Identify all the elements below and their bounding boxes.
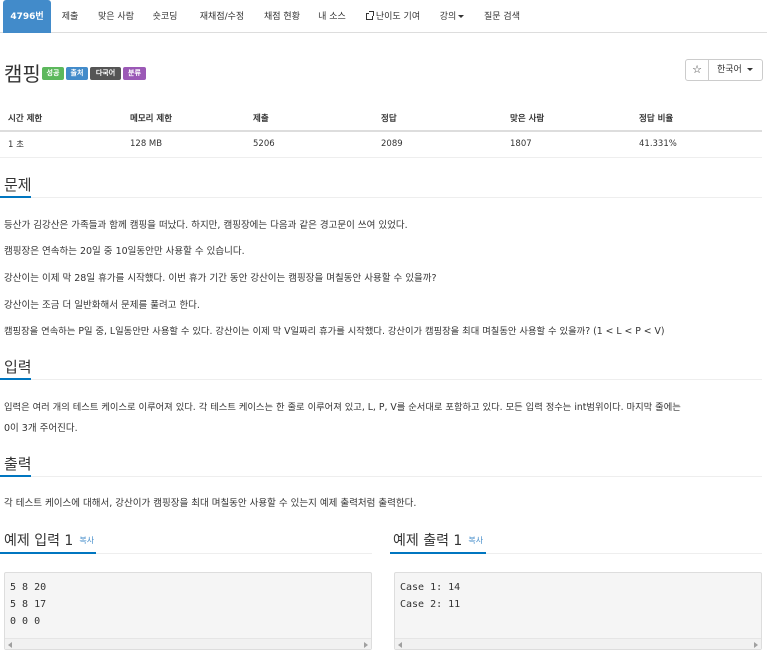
sample-output-title: 예제 출력 1 복사 [393, 530, 483, 550]
cell-time-limit: 1 초 [0, 131, 122, 158]
description-paragraph: 캠핑장을 연속하는 P일 중, L일동안만 사용할 수 있다. 강산이는 이제 … [4, 326, 665, 337]
sample-input-line: 0 0 0 [10, 616, 41, 627]
scroll-left-icon[interactable] [8, 642, 12, 648]
header-time-limit: 시간 제한 [0, 105, 122, 132]
sample-output-line: Case 2: 11 [400, 599, 461, 610]
section-underline [0, 552, 96, 554]
header-solvers: 맞은 사람 [502, 105, 631, 132]
sample-output-label: 예제 출력 1 [393, 533, 463, 549]
caret-down-icon [458, 15, 465, 18]
cell-solvers: 1807 [502, 131, 631, 158]
sample-input-title: 예제 입력 1 복사 [4, 530, 94, 550]
tab-my-source[interactable]: 내 소스 [314, 0, 350, 33]
label-source[interactable]: 출처 [66, 67, 88, 80]
header-ratio: 정답 비율 [631, 105, 762, 132]
description-paragraph: 등산가 김강산은 가족들과 함께 캠핑을 떠났다. 하지만, 캠핑장에는 다음과… [4, 220, 408, 231]
sample-input-line: 5 8 20 [10, 582, 47, 593]
problem-info-table: 시간 제한 메모리 제한 제출 정답 맞은 사람 정답 비율 1 초 128 M… [0, 105, 762, 158]
section-title-description: 문제 [4, 176, 32, 194]
external-link-icon [365, 11, 374, 20]
language-dropdown[interactable]: 한국어 [708, 59, 763, 81]
section-title-input: 입력 [4, 358, 32, 376]
description-paragraph: 캠핑장은 연속하는 20일 중 10일동안만 사용할 수 있습니다. [4, 246, 245, 257]
tab-rejudge[interactable]: 재채점/수정 [193, 0, 251, 33]
header-submissions: 제출 [245, 105, 373, 132]
divider [0, 197, 762, 198]
scroll-right-icon[interactable] [364, 642, 368, 648]
section-underline [390, 552, 486, 554]
tab-shortest[interactable]: 숏코딩 [146, 0, 184, 33]
tab-submit[interactable]: 제출 [55, 0, 85, 33]
scroll-right-icon[interactable] [754, 642, 758, 648]
sample-input-box[interactable]: 5 8 20 5 8 17 0 0 0 [4, 572, 372, 650]
horizontal-scrollbar[interactable] [5, 638, 371, 649]
label-multilang[interactable]: 다국어 [90, 67, 121, 80]
problem-title: 캠핑 [4, 62, 41, 86]
star-button[interactable]: ☆ [685, 59, 709, 81]
tab-solvers[interactable]: 맞은 사람 [92, 0, 140, 33]
label-success[interactable]: 성공 [42, 67, 64, 80]
label-category[interactable]: 분류 [123, 67, 146, 80]
section-underline [0, 378, 31, 380]
table-row: 1 초 128 MB 5206 2089 1807 41.331% [0, 131, 762, 158]
sample-output-box[interactable]: Case 1: 14 Case 2: 11 [394, 572, 762, 650]
table-header-row: 시간 제한 메모리 제한 제출 정답 맞은 사람 정답 비율 [0, 105, 762, 132]
divider [0, 476, 762, 477]
section-title-output: 출력 [4, 455, 32, 473]
input-description: 0이 3개 주어진다. [4, 423, 78, 434]
description-paragraph: 강산이는 조금 더 일반화해서 문제를 풀려고 한다. [4, 300, 200, 311]
tab-lecture[interactable]: 강의 [436, 0, 468, 33]
cell-submissions: 5206 [245, 131, 373, 158]
sample-input-line: 5 8 17 [10, 599, 47, 610]
horizontal-scrollbar[interactable] [395, 638, 761, 649]
caret-down-icon [746, 68, 753, 71]
language-label: 한국어 [717, 65, 742, 75]
tab-status[interactable]: 채점 현황 [259, 0, 305, 33]
tab-problem[interactable]: 4796번 [3, 0, 51, 33]
tab-lecture-label: 강의 [439, 12, 457, 22]
divider [0, 379, 762, 380]
cell-memory-limit: 128 MB [122, 131, 245, 158]
scroll-left-icon[interactable] [398, 642, 402, 648]
tab-difficulty[interactable]: 난이도 기여 [362, 0, 424, 33]
copy-button[interactable]: 복사 [468, 536, 483, 545]
description-paragraph: 강산이는 이제 막 28일 휴가를 시작했다. 이번 휴가 기간 동안 강산이는… [4, 273, 437, 284]
sample-output-line: Case 1: 14 [400, 582, 461, 593]
section-underline [0, 475, 31, 477]
copy-button[interactable]: 복사 [79, 536, 94, 545]
tab-questions[interactable]: 질문 검색 [479, 0, 525, 33]
output-description: 각 테스트 케이스에 대해서, 강산이가 캠핑장을 최대 며칠동안 사용할 수 … [4, 498, 417, 509]
cell-accepted: 2089 [373, 131, 502, 158]
section-underline [0, 196, 31, 198]
input-description: 입력은 여러 개의 테스트 케이스로 이루어져 있다. 각 테스트 케이스는 한… [4, 402, 681, 413]
header-memory-limit: 메모리 제한 [122, 105, 245, 132]
tab-difficulty-label: 난이도 기여 [375, 12, 421, 22]
sample-input-label: 예제 입력 1 [4, 533, 74, 549]
header-accepted: 정답 [373, 105, 502, 132]
problem-nav: 4796번 제출 맞은 사람 숏코딩 재채점/수정 채점 현황 내 소스 난이도… [0, 0, 767, 33]
cell-ratio: 41.331% [631, 131, 762, 158]
